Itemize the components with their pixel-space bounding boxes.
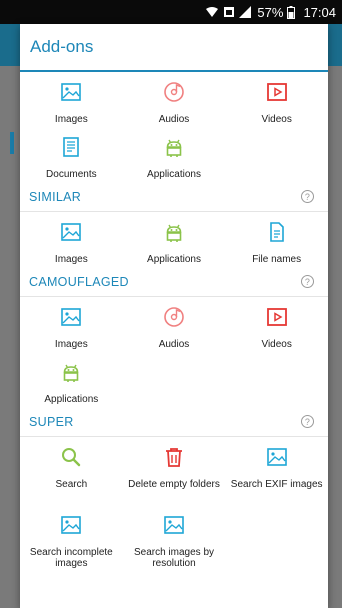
addon-file-names[interactable]: File names (225, 212, 328, 267)
addon-images[interactable]: Images (20, 297, 123, 352)
top-items-grid: Images Audios Videos Documents Applications (20, 72, 328, 182)
add-ons-dialog: Add-ons Images Audios Videos Documents Appli… (20, 24, 328, 608)
image-icon (265, 445, 289, 474)
wifi-icon (205, 6, 219, 18)
sim-icon (223, 6, 235, 18)
similar-grid: Images Applications File names (20, 212, 328, 267)
addon-label: Images (54, 254, 88, 265)
video-icon (265, 305, 289, 334)
battery-icon (287, 5, 296, 19)
section-camouflaged: CAMOUFLAGED ? Images Audios Videos Applicat… (20, 267, 328, 407)
addon-videos[interactable]: Videos (225, 72, 328, 127)
addon-label: Audios (158, 339, 190, 350)
video-icon (265, 80, 289, 109)
section-similar: SIMILAR ? Images Applications File names (20, 182, 328, 267)
android-icon (162, 220, 186, 249)
document-icon (59, 135, 83, 164)
addon-label: Videos (261, 114, 292, 125)
section-header-camouflaged: CAMOUFLAGED ? (20, 267, 328, 297)
dialog-title: Add-ons (20, 24, 328, 72)
addon-images[interactable]: Images (20, 72, 123, 127)
addon-audios[interactable]: Audios (123, 72, 226, 127)
image-icon (59, 513, 83, 542)
status-bar: 57% 17:04 (0, 0, 342, 24)
addon-label: File names (252, 254, 302, 265)
help-icon[interactable]: ? (301, 190, 314, 203)
addon-label: Images (54, 114, 88, 125)
audio-icon (162, 80, 186, 109)
addon-label: Search incomplete images (29, 547, 113, 569)
android-icon (162, 135, 186, 164)
image-icon (162, 513, 186, 542)
addon-label: Search (55, 479, 88, 490)
addon-label: Delete empty folders (128, 479, 220, 490)
help-icon[interactable]: ? (301, 275, 314, 288)
addon-label: Documents (46, 169, 97, 180)
addon-videos[interactable]: Videos (225, 297, 328, 352)
super-grid: Search Delete empty folders Search EXIF im… (20, 437, 328, 573)
addon-label: Applications (147, 169, 201, 180)
section-title: CAMOUFLAGED (29, 274, 129, 289)
addon-label: Applications (44, 394, 99, 405)
search-icon (59, 445, 83, 474)
addon-label: Images (54, 339, 88, 350)
addon-label: Search images by resolution (133, 547, 215, 569)
image-icon (59, 80, 83, 109)
addon-audios[interactable]: Audios (123, 297, 226, 352)
addon-label: Applications (147, 254, 201, 265)
section-title: SUPER (29, 414, 74, 429)
addon-label: Audios (158, 114, 190, 125)
battery-level: 57% (257, 4, 284, 20)
addon-applications[interactable]: Applications (20, 352, 123, 407)
audio-icon (162, 305, 186, 334)
addon-documents[interactable]: Documents (20, 127, 123, 182)
file-icon (265, 220, 289, 249)
clock: 17:04 (303, 4, 336, 20)
camouflaged-grid: Images Audios Videos Applications (20, 297, 328, 407)
addon-applications[interactable]: Applications (123, 127, 226, 182)
section-header-similar: SIMILAR ? (20, 182, 328, 212)
section-super: SUPER ? Search Delete empty folders Search… (20, 407, 328, 573)
addon-search-exif-images[interactable]: Search EXIF images (225, 437, 328, 505)
addon-search-images-by-resolution[interactable]: Search images by resolution (123, 505, 226, 573)
addon-applications[interactable]: Applications (123, 212, 226, 267)
help-icon[interactable]: ? (301, 415, 314, 428)
section-header-super: SUPER ? (20, 407, 328, 437)
background-accent-bar (10, 132, 14, 154)
addon-search[interactable]: Search (20, 437, 123, 505)
addon-label: Search EXIF images (230, 479, 323, 490)
trash-icon (162, 445, 186, 474)
android-icon (59, 360, 83, 389)
addon-images[interactable]: Images (20, 212, 123, 267)
section-title: SIMILAR (29, 189, 82, 204)
addon-label: Videos (261, 339, 292, 350)
addon-delete-empty-folders[interactable]: Delete empty folders (123, 437, 226, 505)
signal-icon (239, 6, 252, 18)
image-icon (59, 220, 83, 249)
addon-search-incomplete-images[interactable]: Search incomplete images (20, 505, 123, 573)
image-icon (59, 305, 83, 334)
